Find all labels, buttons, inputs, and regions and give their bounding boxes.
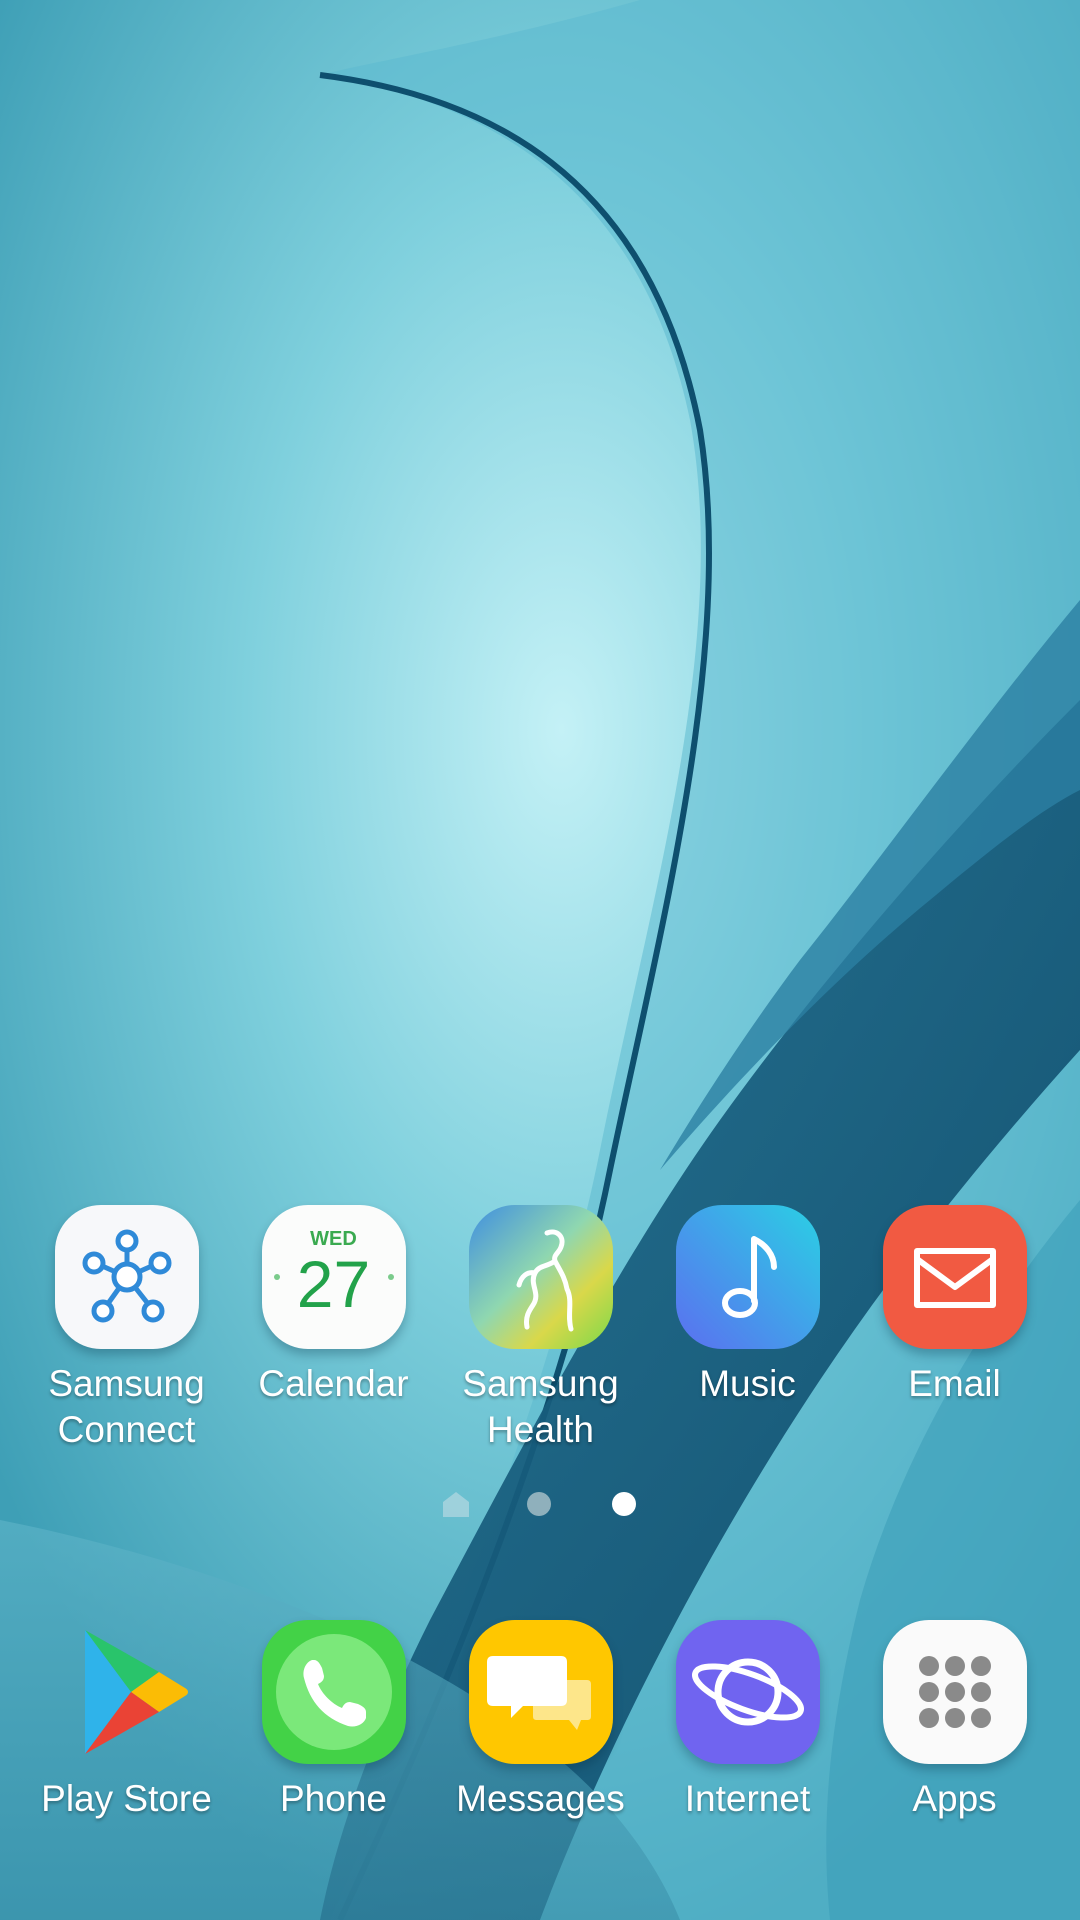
page-dot-active[interactable]	[612, 1492, 636, 1516]
home-app-row: Samsung Connect WED 27 Calendar Samsung …	[0, 1205, 1080, 1465]
planet-icon	[691, 1658, 804, 1726]
home-page-indicator-icon[interactable]	[441, 1489, 471, 1519]
app-grid-icon	[918, 1656, 991, 1728]
app-phone[interactable]: Phone	[230, 1620, 437, 1822]
app-label: Calendar	[258, 1363, 409, 1404]
play-store-icon	[84, 1630, 188, 1754]
calendar-weekday: WED	[310, 1228, 357, 1250]
email-envelope-icon	[913, 1248, 996, 1308]
app-label: Apps	[912, 1778, 997, 1819]
calendar-right-dot	[387, 1274, 394, 1280]
app-label: Email	[908, 1363, 1001, 1404]
page-dot[interactable]	[527, 1492, 551, 1516]
app-internet[interactable]: Internet	[644, 1620, 851, 1822]
app-label: Samsung Health	[462, 1363, 619, 1450]
app-label: Internet	[684, 1778, 811, 1819]
app-samsung-connect[interactable]: Samsung Connect	[23, 1205, 230, 1453]
app-label: Play Store	[41, 1778, 212, 1819]
app-label: Phone	[280, 1778, 387, 1819]
app-messages[interactable]: Messages	[437, 1620, 644, 1822]
page-indicator	[0, 1487, 1080, 1521]
app-music[interactable]: Music	[644, 1205, 851, 1407]
samsung-health-icon	[468, 1205, 613, 1349]
app-label: Samsung Connect	[48, 1363, 205, 1450]
chat-bubbles-icon	[486, 1656, 591, 1730]
phone-handset-icon	[275, 1634, 392, 1750]
calendar-day: 27	[296, 1247, 371, 1321]
app-label: Messages	[456, 1778, 625, 1819]
app-label: Music	[699, 1363, 796, 1404]
app-samsung-health[interactable]: Samsung Health	[437, 1205, 644, 1453]
music-note-icon	[675, 1205, 820, 1349]
dock: Play Store Phone Messages Internet Apps	[0, 1620, 1080, 1880]
calendar-icon: WED 27	[262, 1205, 406, 1349]
app-apps-drawer[interactable]: Apps	[851, 1620, 1058, 1822]
samsung-connect-icon	[82, 1229, 171, 1323]
calendar-left-dot	[273, 1274, 280, 1280]
app-play-store[interactable]: Play Store	[23, 1620, 230, 1822]
app-calendar[interactable]: WED 27 Calendar	[230, 1205, 437, 1407]
app-email[interactable]: Email	[851, 1205, 1058, 1407]
